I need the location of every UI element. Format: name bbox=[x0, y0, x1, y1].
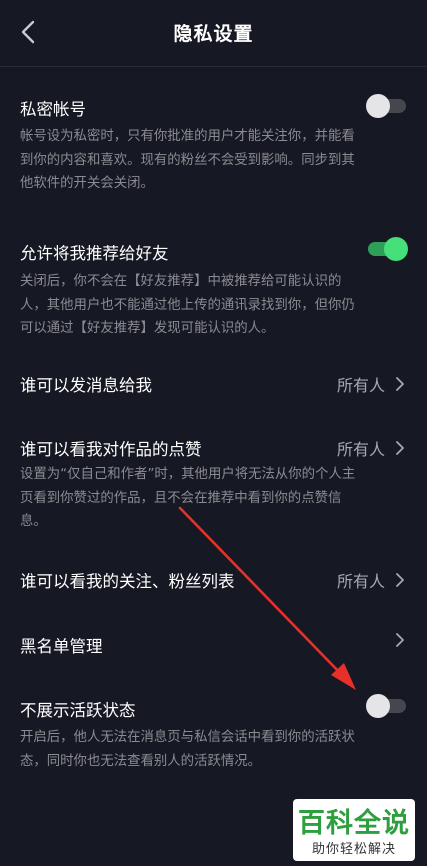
chevron-right-icon bbox=[396, 377, 404, 391]
who-can-message-value: 所有人 bbox=[336, 376, 385, 395]
who-can-see-follows-label: 谁可以看我的关注、粉丝列表 bbox=[20, 572, 235, 591]
who-can-message-label: 谁可以发消息给我 bbox=[20, 376, 152, 395]
private-account-toggle[interactable] bbox=[366, 94, 408, 118]
who-can-see-follows-value: 所有人 bbox=[336, 572, 385, 591]
description-line: 开启后，他人无法在消息页与私信会话中看到你的活跃状 bbox=[20, 730, 355, 745]
hide-activity-label: 不展示活跃状态 bbox=[20, 701, 136, 720]
description-line: 态，同时你也无法查看别人的活跃情况。 bbox=[20, 753, 262, 769]
watermark-logo: 百科全说 助你轻松解决 bbox=[293, 799, 415, 861]
nav-bar: 隐私设置 bbox=[0, 0, 427, 67]
toggle-knob bbox=[384, 237, 408, 261]
description-line: 设置为“仅自己和作者”时，其他用户将无法从你的个人主 bbox=[20, 467, 356, 482]
blacklist-label: 黑名单管理 bbox=[20, 637, 103, 656]
hide-activity-description: 开启后，他人无法在消息页与私信会话中看到你的活跃状 态，同时你也无法查看别人的活… bbox=[20, 726, 412, 773]
chevron-right-icon bbox=[396, 633, 404, 647]
description-line: 人，其他用户也不能通过他上传的通讯录找到你，但你仍 bbox=[20, 297, 355, 313]
who-can-see-likes-selector[interactable]: 所有人 bbox=[337, 436, 405, 460]
description-line: 页看到你赞过的作品，且不会在推荐中看到你的点赞信 bbox=[20, 490, 342, 506]
who-can-message-selector[interactable]: 所有人 bbox=[337, 372, 405, 396]
recommend-friends-description: 关闭后，你不会在【好友推荐】中被推荐给可能认识的 人，其他用户也不能通过他上传的… bbox=[20, 270, 412, 341]
description-line: 关闭后，你不会在【好友推荐】中被推荐给可能认识的 bbox=[20, 274, 342, 289]
private-account-description: 帐号设为私密时，只有你批准的用户才能关注你，并能看 到你的内容和喜欢。现有的粉丝… bbox=[20, 125, 412, 196]
description-line: 他软件的开关会关闭。 bbox=[20, 176, 154, 191]
recommend-friends-toggle[interactable] bbox=[366, 237, 408, 261]
watermark-subtitle: 助你轻松解决 bbox=[311, 842, 396, 857]
chevron-right-icon bbox=[396, 573, 404, 587]
who-can-see-likes-description: 设置为“仅自己和作者”时，其他用户将无法从你的个人主 页看到你赞过的作品，且不会… bbox=[20, 463, 412, 534]
private-account-label: 私密帐号 bbox=[20, 100, 86, 119]
who-can-see-follows-selector[interactable]: 所有人 bbox=[337, 568, 405, 592]
watermark-title: 百科全说 bbox=[298, 808, 410, 839]
who-can-see-likes-value: 所有人 bbox=[336, 440, 385, 459]
toggle-knob bbox=[366, 694, 390, 718]
who-can-see-likes-label: 谁可以看我对作品的点赞 bbox=[20, 440, 202, 459]
hide-activity-toggle[interactable] bbox=[366, 694, 408, 718]
description-line: 息。 bbox=[20, 514, 47, 529]
description-line: 到你的内容和喜欢。现有的粉丝不会受到影响。同步到其 bbox=[20, 152, 355, 168]
toggle-knob bbox=[366, 94, 390, 118]
description-line: 可以通过【好友推荐】发现可能认识的人。 bbox=[20, 321, 275, 336]
blacklist-entry[interactable] bbox=[395, 633, 405, 647]
description-line: 帐号设为私密时，只有你批准的用户才能关注你，并能看 bbox=[20, 129, 355, 144]
page-title: 隐私设置 bbox=[173, 23, 254, 45]
recommend-friends-label: 允许将我推荐给好友 bbox=[20, 244, 169, 263]
chevron-right-icon bbox=[396, 441, 404, 455]
